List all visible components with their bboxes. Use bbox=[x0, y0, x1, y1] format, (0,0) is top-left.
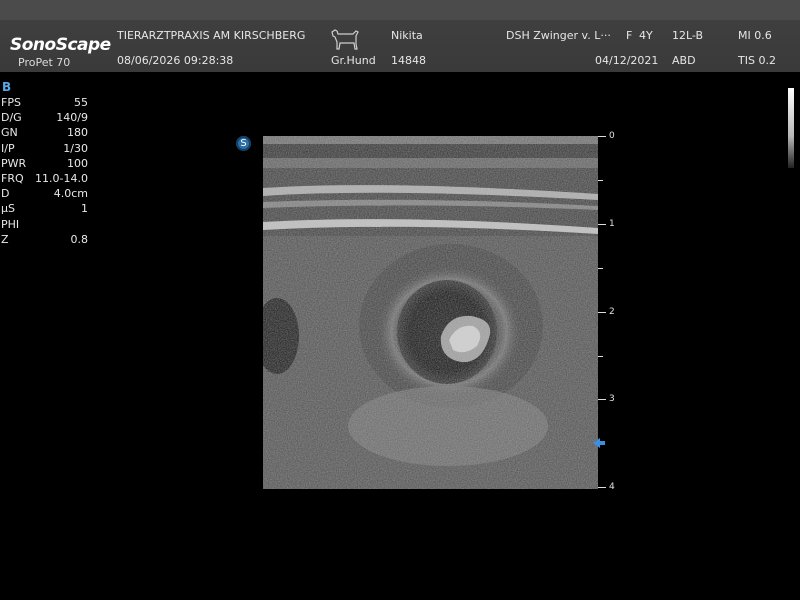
parameter-row: PHI bbox=[0, 218, 90, 233]
parameter-row: D/G 140/9 bbox=[0, 111, 90, 126]
depth-label: 3 bbox=[609, 394, 615, 404]
parameter-value: 55 bbox=[74, 96, 88, 109]
depth-major-tick bbox=[598, 312, 606, 313]
device-model: ProPet 70 bbox=[18, 56, 71, 69]
parameter-key: GN bbox=[1, 126, 18, 140]
patient-id: 14848 bbox=[391, 54, 426, 67]
parameter-value: 100 bbox=[67, 156, 88, 170]
patient-sex: F bbox=[626, 29, 633, 42]
depth-major-tick bbox=[598, 487, 606, 488]
parameter-key: I/P bbox=[1, 141, 15, 155]
patient-name: Nikita bbox=[391, 29, 423, 42]
exam-preset: ABD bbox=[672, 54, 696, 67]
exam-date: 04/12/2021 bbox=[595, 54, 659, 67]
parameter-row: I/P 1/30 bbox=[0, 142, 90, 157]
mechanical-index: MI 0.6 bbox=[738, 29, 772, 42]
depth-label: 0 bbox=[609, 131, 615, 141]
parameter-value: 0.8 bbox=[70, 232, 89, 246]
parameter-value: 11.0-14.0 bbox=[35, 172, 88, 185]
depth-label: 1 bbox=[609, 219, 615, 229]
parameter-row: GN 180 bbox=[0, 126, 90, 141]
depth-minor-tick bbox=[598, 180, 603, 181]
parameter-value: 140/9 bbox=[56, 111, 88, 125]
parameter-row: µS 1 bbox=[0, 202, 90, 217]
thermal-index: TIS 0.2 bbox=[738, 54, 776, 67]
dog-silhouette-icon bbox=[331, 29, 359, 50]
ultrasound-scan-svg bbox=[255, 136, 598, 489]
depth-minor-tick bbox=[598, 356, 603, 357]
parameter-row: D 4.0cm bbox=[0, 187, 90, 202]
exam-datetime: 08/06/2026 09:28:38 bbox=[117, 54, 234, 67]
depth-minor-tick bbox=[598, 268, 603, 269]
parameter-value: 4.0cm bbox=[53, 187, 88, 201]
parameter-key: PWR bbox=[1, 156, 27, 170]
depth-label: 4 bbox=[609, 482, 615, 492]
orientation-marker-icon: S bbox=[236, 136, 251, 151]
depth-major-tick bbox=[598, 399, 606, 400]
depth-major-tick bbox=[598, 224, 606, 225]
parameter-row: PWR 100 bbox=[0, 157, 90, 172]
parameter-key: PHI bbox=[1, 217, 20, 231]
brand-logo: SonoScape bbox=[10, 35, 111, 55]
header-top-strip bbox=[0, 0, 800, 20]
focus-arrow-icon[interactable] bbox=[593, 438, 605, 448]
depth-major-tick bbox=[598, 136, 606, 137]
parameter-key: D bbox=[1, 187, 10, 201]
parameter-value: 180 bbox=[67, 126, 88, 140]
parameter-row: FPS 55 bbox=[0, 96, 90, 111]
patient-age: 4Y bbox=[639, 29, 653, 42]
parameter-key: FPS bbox=[1, 96, 21, 109]
parameter-row: FRQ 11.0-14.0 bbox=[0, 172, 90, 187]
header-bar: SonoScape ProPet 70 TIERARZTPRAXIS AM KI… bbox=[0, 0, 800, 72]
clinic-name: TIERARZTPRAXIS AM KIRSCHBERG bbox=[117, 29, 306, 42]
parameter-row: Z 0.8 bbox=[0, 233, 90, 248]
parameter-key: µS bbox=[1, 202, 15, 216]
species: Gr.Hund bbox=[331, 54, 376, 67]
parameter-key: FRQ bbox=[1, 172, 24, 185]
parameter-key: Z bbox=[1, 232, 9, 246]
imaging-mode-label: B bbox=[2, 80, 12, 94]
parameter-value: 1 bbox=[81, 202, 88, 216]
parameter-value: 1/30 bbox=[63, 141, 88, 155]
ultrasound-image bbox=[255, 136, 598, 489]
depth-label: 2 bbox=[609, 307, 615, 317]
brightness-slider[interactable] bbox=[788, 88, 794, 168]
owner-name: DSH Zwinger v. L··· bbox=[506, 29, 611, 42]
probe-name: 12L-B bbox=[672, 29, 704, 42]
parameter-key: D/G bbox=[1, 111, 22, 125]
